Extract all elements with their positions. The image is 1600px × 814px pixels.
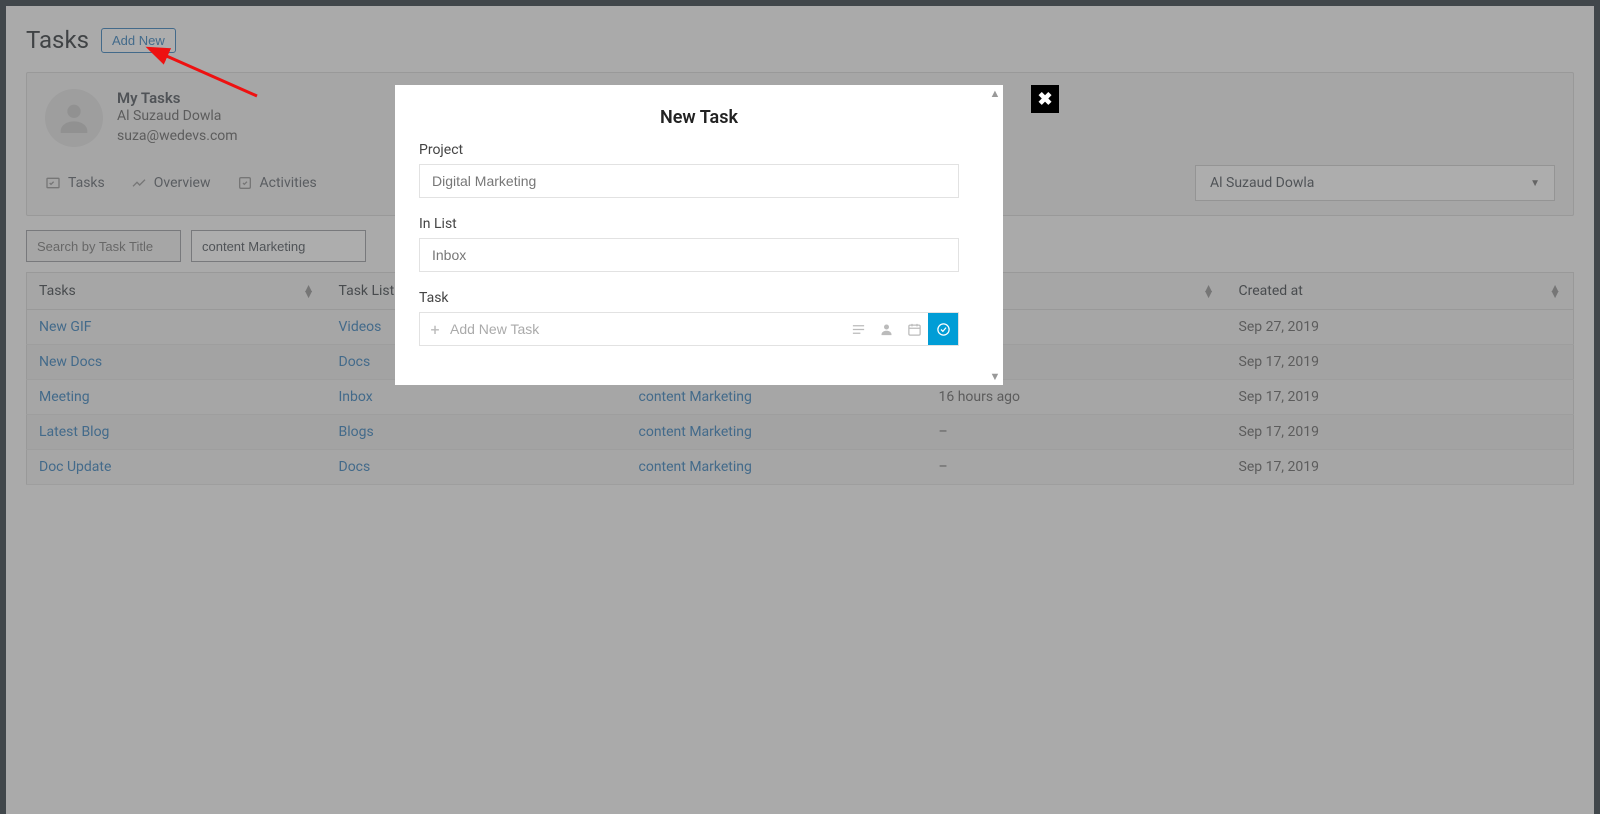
- scroll-down-icon[interactable]: ▼: [987, 370, 1003, 383]
- task-input[interactable]: [450, 321, 844, 337]
- submit-task-button[interactable]: [928, 313, 958, 345]
- assignee-icon[interactable]: [872, 313, 900, 345]
- list-input[interactable]: [419, 238, 959, 272]
- task-label: Task: [419, 290, 979, 306]
- modal-scrollbar[interactable]: ▲▼: [987, 85, 1003, 385]
- task-input-row: +: [419, 312, 959, 346]
- plus-icon: +: [420, 320, 450, 339]
- list-label: In List: [419, 216, 979, 232]
- description-icon[interactable]: [844, 313, 872, 345]
- project-label: Project: [419, 142, 979, 158]
- modal-title: New Task: [419, 107, 979, 128]
- project-input[interactable]: [419, 164, 959, 198]
- modal-wrap: ▲▼ New Task Project In List Task + ✖: [395, 85, 1031, 385]
- date-icon[interactable]: [900, 313, 928, 345]
- new-task-modal: ▲▼ New Task Project In List Task +: [395, 85, 1003, 385]
- close-button[interactable]: ✖: [1031, 85, 1059, 113]
- close-icon: ✖: [1037, 89, 1052, 110]
- scroll-up-icon[interactable]: ▲: [987, 87, 1003, 100]
